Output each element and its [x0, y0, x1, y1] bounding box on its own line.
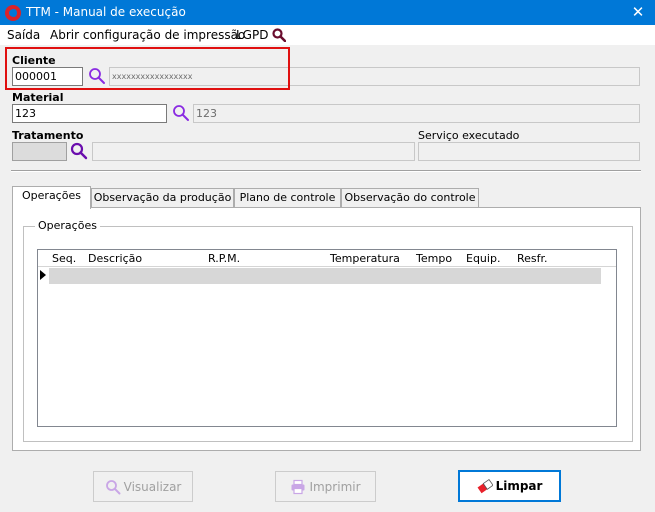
limpar-button-label: Limpar	[495, 479, 543, 493]
column-header-equip[interactable]: Equip.	[466, 252, 500, 265]
material-lookup-icon[interactable]	[172, 104, 190, 122]
imprimir-button-label: Imprimir	[309, 480, 361, 494]
column-header-seq[interactable]: Seq.	[52, 252, 76, 265]
app-logo-icon	[5, 5, 21, 21]
menu-item-abrir-configuracao[interactable]: Abrir configuração de impressão	[50, 28, 245, 42]
tratamento-label: Tratamento	[12, 129, 84, 142]
limpar-button[interactable]: Limpar	[458, 470, 561, 502]
menu-item-saida[interactable]: Saída	[7, 28, 40, 42]
servico-executado-label: Serviço executado	[418, 129, 520, 142]
eraser-icon	[477, 478, 493, 494]
printer-icon	[291, 479, 305, 495]
grid-header: Seq. Descrição R.P.M. Temperatura Tempo …	[38, 250, 616, 267]
title-bar: TTM - Manual de execução ✕	[0, 0, 655, 25]
tab-observacao-producao[interactable]: Observação da produção	[91, 188, 234, 208]
material-label: Material	[12, 91, 64, 104]
column-header-temperatura[interactable]: Temperatura	[330, 252, 400, 265]
visualizar-button[interactable]: Visualizar	[93, 471, 193, 502]
operacoes-grid[interactable]: Seq. Descrição R.P.M. Temperatura Tempo …	[37, 249, 617, 427]
tab-observacao-controle[interactable]: Observação do controle	[341, 188, 479, 208]
window-title: TTM - Manual de execução	[26, 5, 186, 19]
tab-plano-controle[interactable]: Plano de controle	[234, 188, 341, 208]
section-divider	[11, 170, 641, 172]
imprimir-button[interactable]: Imprimir	[275, 471, 376, 502]
material-code-input[interactable]: 123	[12, 104, 167, 123]
servico-executado-field	[418, 142, 640, 161]
tratamento-name-field	[92, 142, 415, 161]
tratamento-lookup-icon[interactable]	[70, 142, 88, 160]
menu-item-lgpd[interactable]: LGPD	[236, 28, 268, 42]
visualizar-button-label: Visualizar	[123, 480, 182, 494]
close-icon[interactable]: ✕	[621, 0, 655, 25]
column-header-descricao[interactable]: Descrição	[88, 252, 142, 265]
tratamento-code-input[interactable]	[12, 142, 67, 161]
current-row-indicator-icon	[40, 270, 46, 280]
table-row[interactable]	[49, 268, 601, 284]
cliente-highlight-box	[5, 47, 290, 90]
operacoes-group-title: Operações	[35, 219, 100, 232]
column-header-tempo[interactable]: Tempo	[416, 252, 452, 265]
material-name-field: 123	[193, 104, 640, 123]
column-header-rpm[interactable]: R.P.M.	[208, 252, 240, 265]
magnifier-icon	[105, 480, 121, 495]
search-icon[interactable]	[272, 28, 286, 42]
menu-bar: Saída Abrir configuração de impressão LG…	[0, 25, 655, 45]
tab-operacoes[interactable]: Operações	[12, 186, 91, 209]
column-header-resfr[interactable]: Resfr.	[517, 252, 548, 265]
